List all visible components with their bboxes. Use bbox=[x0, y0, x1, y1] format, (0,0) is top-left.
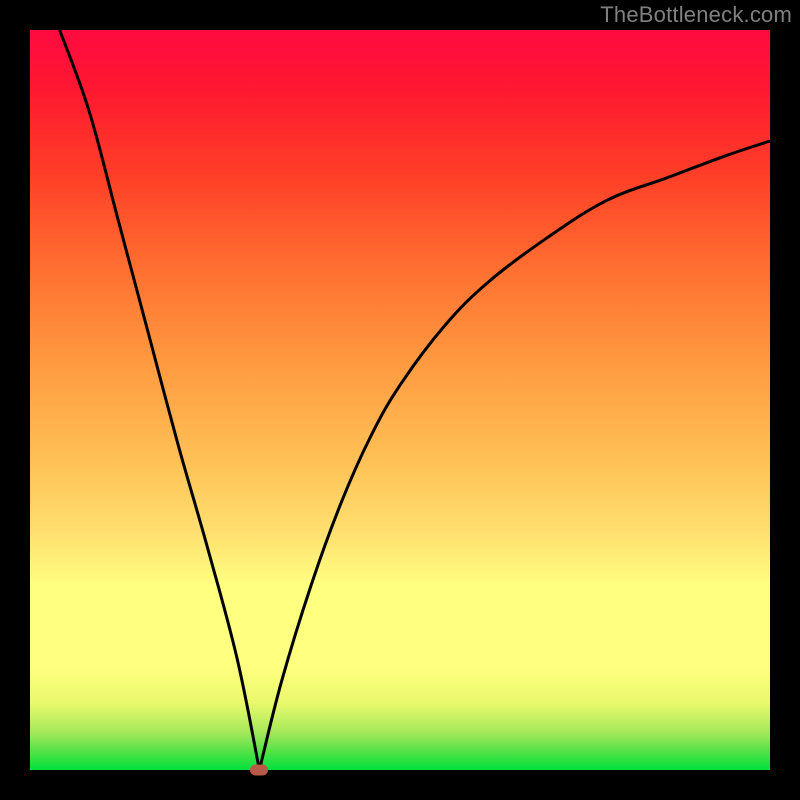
watermark-text: TheBottleneck.com bbox=[600, 2, 792, 28]
curve-svg bbox=[30, 30, 770, 770]
curve-right-branch bbox=[259, 141, 770, 770]
plot-area bbox=[30, 30, 770, 770]
chart-frame: TheBottleneck.com bbox=[0, 0, 800, 800]
optimal-point-marker bbox=[250, 765, 268, 776]
curve-left-branch bbox=[60, 30, 260, 770]
